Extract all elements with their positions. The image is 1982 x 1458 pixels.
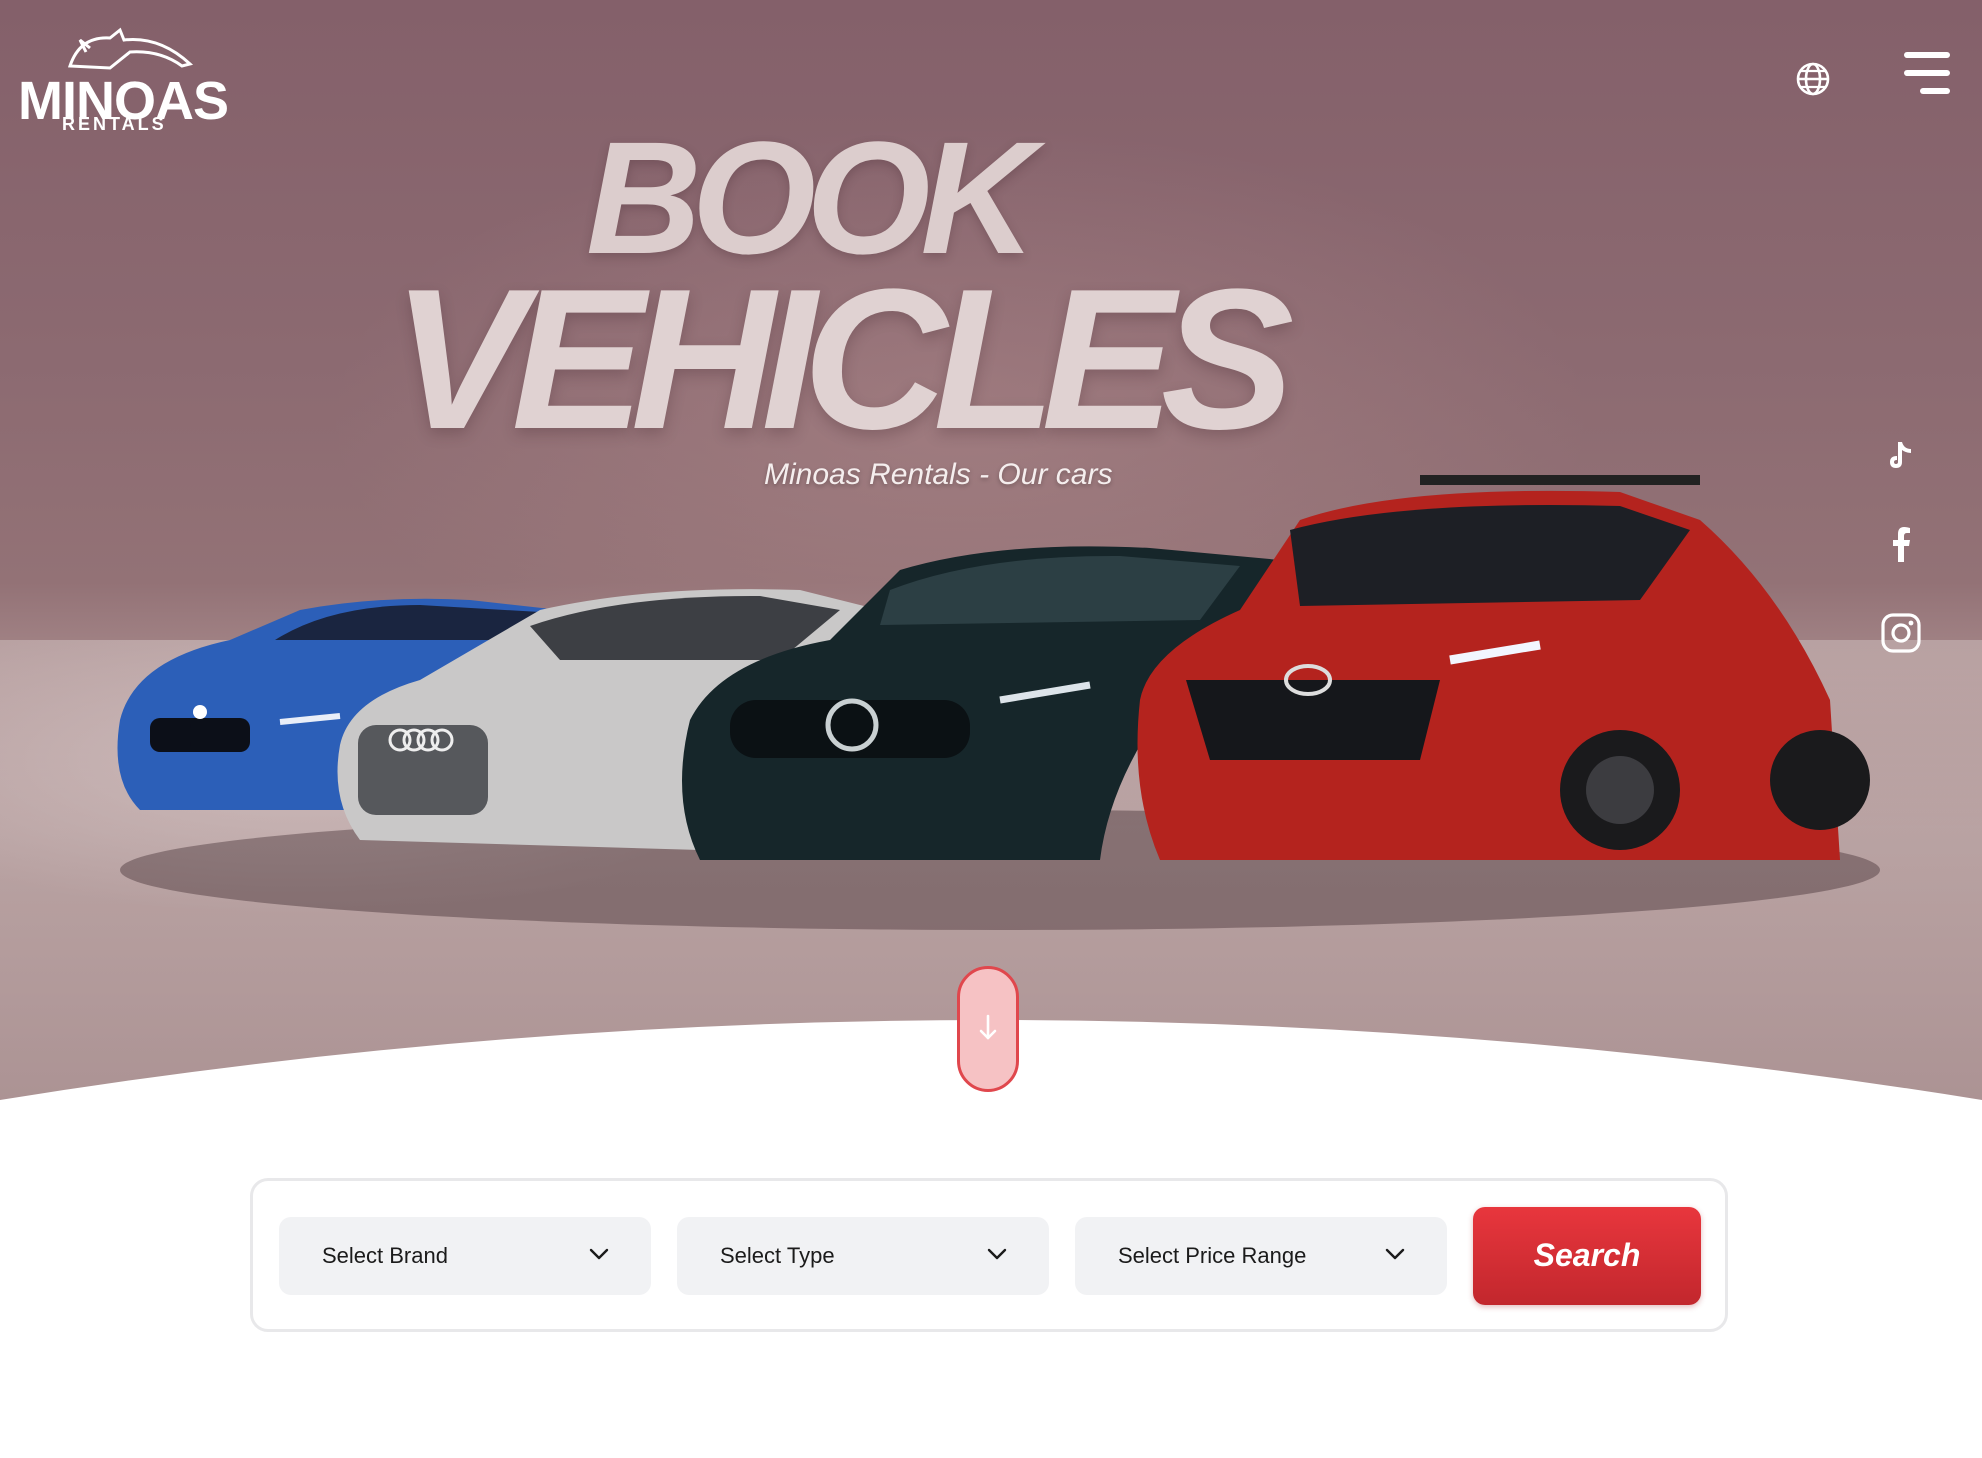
search-button[interactable]: Search xyxy=(1473,1207,1701,1305)
headline-vehicles: VEHICLES xyxy=(392,248,1294,471)
search-button-label: Search xyxy=(1533,1237,1641,1273)
chevron-down-icon xyxy=(987,1248,1007,1260)
facebook-icon[interactable] xyxy=(1880,524,1922,566)
tiktok-icon[interactable] xyxy=(1880,434,1922,476)
hero-tagline: Minoas Rentals - Our cars xyxy=(764,458,1113,491)
scroll-down-button[interactable] xyxy=(957,966,1019,1092)
brand-subtitle: RENTALS xyxy=(62,114,167,134)
chevron-down-icon xyxy=(1385,1248,1405,1260)
brand-logo[interactable]: MINOAS RENTALS xyxy=(18,26,229,136)
bull-logo-icon xyxy=(67,27,194,70)
menu-bar xyxy=(1920,88,1950,94)
red-car xyxy=(1137,475,1870,860)
menu-bar xyxy=(1904,70,1950,76)
chevron-down-icon xyxy=(589,1248,609,1260)
price-range-select-label: Select Price Range xyxy=(1118,1243,1307,1268)
price-range-select[interactable]: Select Price Range xyxy=(1075,1217,1447,1295)
brand-select-label: Select Brand xyxy=(322,1243,448,1268)
instagram-icon[interactable] xyxy=(1880,612,1922,654)
menu-bar xyxy=(1904,52,1950,58)
type-select[interactable]: Select Type xyxy=(677,1217,1049,1295)
arrow-down-icon xyxy=(979,1014,997,1040)
type-select-label: Select Type xyxy=(720,1243,835,1268)
vehicle-search-panel: Select Brand Select Type Select Price Ra… xyxy=(250,1178,1728,1332)
hamburger-menu-icon[interactable] xyxy=(1904,52,1950,94)
brand-select[interactable]: Select Brand xyxy=(279,1217,651,1295)
globe-icon[interactable] xyxy=(1796,62,1830,96)
